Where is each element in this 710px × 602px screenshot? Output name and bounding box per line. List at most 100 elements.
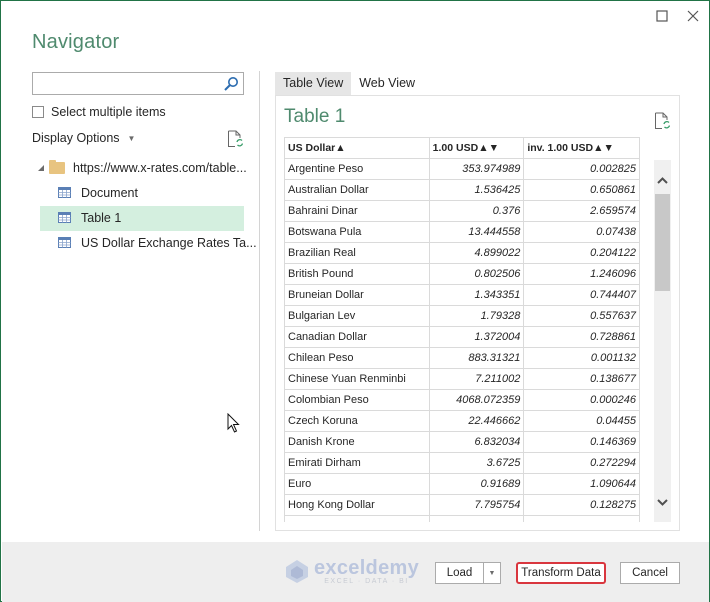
select-multiple-items[interactable]: Select multiple items <box>32 105 166 119</box>
column-header-inv-1-usd[interactable]: inv. 1.00 USD▲▼ <box>523 137 640 159</box>
transform-data-button[interactable]: Transform Data <box>516 562 606 584</box>
cell-currency: Emirati Dirham <box>284 452 430 474</box>
tree-root-node[interactable]: https://www.x-rates.com/table... <box>32 157 247 181</box>
cell-currency: Argentine Peso <box>284 158 430 180</box>
preview-table: US Dollar▲ 1.00 USD▲▼ inv. 1.00 USD▲▼ Ar… <box>284 137 640 522</box>
tree-item-document[interactable]: Document <box>32 181 244 206</box>
cell-rate: 0.91689 <box>428 473 525 495</box>
close-button[interactable] <box>683 7 703 25</box>
table-row: Hong Kong Dollar 7.795754 0.128275 <box>284 494 640 516</box>
cell-inverse-rate: 0.128275 <box>523 494 640 516</box>
cell-inverse-rate: 1.246096 <box>523 263 640 285</box>
cell-rate: 353.974989 <box>428 158 525 180</box>
scrollbar-thumb[interactable] <box>655 194 670 291</box>
cell-inverse-rate: 0.146369 <box>523 431 640 453</box>
search-input[interactable] <box>33 73 218 94</box>
column-header-us-dollar[interactable]: US Dollar▲ <box>284 137 430 159</box>
cell-inverse-rate: 0.204122 <box>523 242 640 264</box>
table-row: Argentine Peso 353.974989 0.002825 <box>284 158 640 180</box>
cell-currency: Euro <box>284 473 430 495</box>
cell-currency: Hong Kong Dollar <box>284 494 430 516</box>
tree-item-us-dollar-exchange-rates[interactable]: US Dollar Exchange Rates Ta... <box>32 231 257 256</box>
select-multiple-checkbox[interactable] <box>32 106 44 118</box>
refresh-document-icon[interactable] <box>227 130 243 148</box>
cell-rate: 0.376 <box>428 200 525 222</box>
cell-currency: Chilean Peso <box>284 347 430 369</box>
tree-item-table-1[interactable]: Table 1 <box>40 206 244 231</box>
cell-inverse-rate: 0.744407 <box>523 284 640 306</box>
cell-currency <box>284 515 430 522</box>
table-row: Bahraini Dinar 0.376 2.659574 <box>284 200 640 222</box>
search-icon[interactable] <box>223 76 239 92</box>
maximize-button[interactable] <box>652 7 672 25</box>
cell-rate: 883.31321 <box>428 347 525 369</box>
table-row: Botswana Pula 13.444558 0.07438 <box>284 221 640 243</box>
table-row: British Pound 0.802506 1.246096 <box>284 263 640 285</box>
cell-rate <box>428 515 525 522</box>
cell-currency: Bulgarian Lev <box>284 305 430 327</box>
cell-inverse-rate: 0.002825 <box>523 158 640 180</box>
cancel-button[interactable]: Cancel <box>620 562 680 584</box>
table-row: Bruneian Dollar 1.343351 0.744407 <box>284 284 640 306</box>
tab-web-view[interactable]: Web View <box>351 72 423 95</box>
table-icon <box>58 237 71 248</box>
table-row: Colombian Peso 4068.072359 0.000246 <box>284 389 640 411</box>
close-icon <box>687 10 699 22</box>
cell-currency: Bahraini Dinar <box>284 200 430 222</box>
maximize-icon <box>656 10 668 22</box>
watermark-tagline: EXCEL · DATA · BI <box>324 577 409 585</box>
refresh-preview-icon[interactable] <box>654 112 670 130</box>
cell-currency: Chinese Yuan Renminbi <box>284 368 430 390</box>
tree-item-label: US Dollar Exchange Rates Ta... <box>81 236 257 250</box>
cell-currency: Czech Koruna <box>284 410 430 432</box>
tree-item-label: Table 1 <box>81 211 122 225</box>
cell-inverse-rate: 0.650861 <box>523 179 640 201</box>
table-header-row: US Dollar▲ 1.00 USD▲▼ inv. 1.00 USD▲▼ <box>284 137 640 159</box>
cell-rate: 7.795754 <box>428 494 525 516</box>
dialog-title: Navigator <box>32 31 120 53</box>
cell-currency: Danish Krone <box>284 431 430 453</box>
navigator-window: Navigator Select multiple items Display … <box>0 0 710 602</box>
scroll-up-button[interactable] <box>654 170 671 190</box>
exceldemy-watermark: exceldemy EXCEL · DATA · BI <box>284 554 427 588</box>
table-row: Brazilian Real 4.899022 0.204122 <box>284 242 640 264</box>
navigator-tree: https://www.x-rates.com/table... Documen… <box>32 157 257 256</box>
table-row: Canadian Dollar 1.372004 0.728861 <box>284 326 640 348</box>
table-row: Chilean Peso 883.31321 0.001132 <box>284 347 640 369</box>
scroll-down-button[interactable] <box>654 492 671 512</box>
table-icon <box>58 212 71 223</box>
vertical-scrollbar[interactable] <box>654 160 671 522</box>
cell-rate: 13.444558 <box>428 221 525 243</box>
table-row: Bulgarian Lev 1.79328 0.557637 <box>284 305 640 327</box>
tree-root-label: https://www.x-rates.com/table... <box>73 161 247 175</box>
tree-item-label: Document <box>81 186 138 200</box>
display-options-dropdown[interactable]: Display Options ▼ <box>32 131 135 145</box>
cell-currency: Australian Dollar <box>284 179 430 201</box>
cell-inverse-rate: 2.659574 <box>523 200 640 222</box>
cell-currency: Botswana Pula <box>284 221 430 243</box>
expand-triangle-icon[interactable] <box>38 165 44 171</box>
cell-rate: 1.79328 <box>428 305 525 327</box>
preview-title: Table 1 <box>284 106 346 127</box>
table-icon <box>58 187 71 198</box>
cell-inverse-rate: 0.272294 <box>523 452 640 474</box>
column-header-1-usd[interactable]: 1.00 USD▲▼ <box>428 137 525 159</box>
table-row: Danish Krone 6.832034 0.146369 <box>284 431 640 453</box>
pane-divider[interactable] <box>259 71 260 531</box>
preview-table-container: US Dollar▲ 1.00 USD▲▼ inv. 1.00 USD▲▼ Ar… <box>284 137 641 522</box>
chevron-up-icon <box>657 176 668 184</box>
table-row: Australian Dollar 1.536425 0.650861 <box>284 179 640 201</box>
load-dropdown-button[interactable]: ▼ <box>483 562 501 584</box>
cell-inverse-rate: 0.000246 <box>523 389 640 411</box>
search-box[interactable] <box>32 72 244 95</box>
tab-table-view[interactable]: Table View <box>275 72 352 95</box>
load-button[interactable]: Load <box>435 562 484 584</box>
cell-rate: 6.832034 <box>428 431 525 453</box>
watermark-brand: exceldemy <box>314 556 419 579</box>
cell-inverse-rate: 1.090644 <box>523 473 640 495</box>
display-options-label: Display Options <box>32 131 120 145</box>
cell-inverse-rate: 0.557637 <box>523 305 640 327</box>
table-row: Czech Koruna 22.446662 0.04455 <box>284 410 640 432</box>
table-body: Argentine Peso 353.974989 0.002825 Australi… <box>284 158 640 522</box>
folder-icon <box>49 160 65 174</box>
